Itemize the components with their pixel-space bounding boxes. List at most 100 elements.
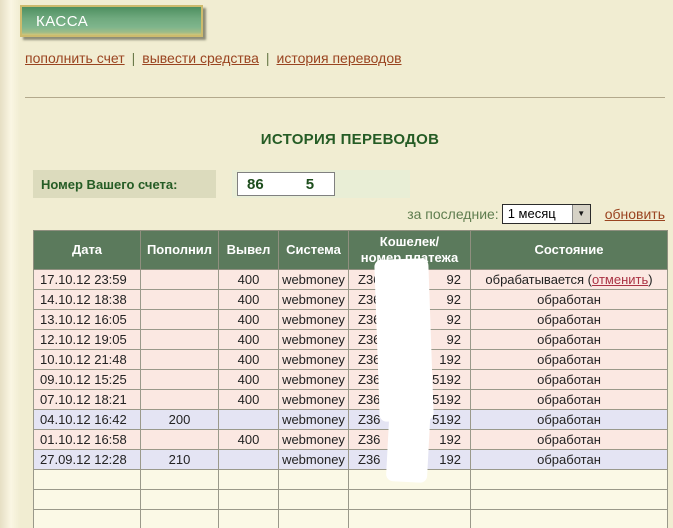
refresh-link[interactable]: обновить — [605, 206, 665, 222]
table-row: 09.10.12 15:25400webmoneyZ3665192обработ… — [34, 370, 668, 390]
empty-cell — [219, 490, 279, 510]
wallet-suffix: 5192 — [432, 412, 461, 427]
table-header: Дата Пополнил Вывел Система Кошелек/ ном… — [34, 231, 668, 270]
cell-status: обработан — [471, 450, 668, 470]
cashier-page: КАССА пополнить счет|вывести средства|ис… — [0, 0, 673, 528]
empty-row — [34, 490, 668, 510]
cell-system: webmoney — [279, 290, 349, 310]
empty-cell — [349, 490, 471, 510]
cell-withdrew: 400 — [219, 350, 279, 370]
cell-date: 13.10.12 16:05 — [34, 310, 141, 330]
cell-deposited — [141, 370, 219, 390]
nav-link-withdraw[interactable]: вывести средства — [142, 50, 259, 66]
empty-cell — [279, 510, 349, 528]
period-select[interactable]: 1 месяц ▼ — [502, 204, 591, 224]
account-value-suffix: 5 — [306, 176, 314, 193]
cell-date: 07.10.12 18:21 — [34, 390, 141, 410]
account-number-strip: 86 5 — [232, 170, 410, 198]
cell-deposited — [141, 390, 219, 410]
empty-cell — [141, 490, 219, 510]
cell-deposited — [141, 350, 219, 370]
cell-withdrew: 400 — [219, 430, 279, 450]
nav-separator: | — [132, 50, 136, 66]
cell-date: 27.09.12 12:28 — [34, 450, 141, 470]
cancel-link[interactable]: отменить — [592, 272, 648, 287]
cell-withdrew: 400 — [219, 310, 279, 330]
cell-system: webmoney — [279, 310, 349, 330]
nav-links: пополнить счет | вывести средства | история … — [25, 50, 402, 66]
empty-row — [34, 510, 668, 528]
transfer-history-table: Дата Пополнил Вывел Система Кошелек/ ном… — [33, 230, 668, 528]
cell-date: 09.10.12 15:25 — [34, 370, 141, 390]
empty-cell — [471, 510, 668, 528]
cell-system: webmoney — [279, 390, 349, 410]
cell-date: 12.10.12 19:05 — [34, 330, 141, 350]
table-row: 04.10.12 16:42200webmoneyZ365192обработа… — [34, 410, 668, 430]
cell-system: webmoney — [279, 270, 349, 290]
cell-system: webmoney — [279, 370, 349, 390]
wallet-suffix: 92 — [447, 332, 461, 347]
empty-cell — [219, 470, 279, 490]
empty-cell — [141, 470, 219, 490]
cell-withdrew — [219, 450, 279, 470]
cell-withdrew: 400 — [219, 290, 279, 310]
empty-row — [34, 470, 668, 490]
header-status: Состояние — [471, 231, 668, 270]
wallet-prefix: Z36 — [358, 452, 380, 467]
cell-deposited — [141, 290, 219, 310]
wallet-suffix: 92 — [447, 272, 461, 287]
empty-cell — [279, 470, 349, 490]
chevron-down-icon[interactable]: ▼ — [572, 205, 590, 223]
nav-link-topup[interactable]: пополнить счет — [25, 50, 125, 66]
empty-cell — [471, 470, 668, 490]
page-title: ИСТОРИЯ ПЕРЕВОДОВ — [33, 131, 667, 148]
header-system: Система — [279, 231, 349, 270]
table-row: 01.10.12 16:58 400webmoney Z36 192 обработан — [34, 430, 668, 450]
cell-withdrew: 400 — [219, 370, 279, 390]
cell-status: обработан — [471, 370, 668, 390]
empty-cell — [141, 510, 219, 528]
cell-withdrew: 400 — [219, 270, 279, 290]
cell-deposited — [141, 310, 219, 330]
empty-cell — [349, 510, 471, 528]
header-deposited: Пополнил — [141, 231, 219, 270]
cell-withdrew: 400 — [219, 330, 279, 350]
table-row: 27.09.12 12:28210webmoneyZ36192обработан — [34, 450, 668, 470]
wallet-suffix: 192 — [439, 432, 461, 447]
cell-withdrew — [219, 410, 279, 430]
cell-status: обработан — [471, 350, 668, 370]
history-table-body: 17.10.12 23:59400webmoneyZ3692обрабатыва… — [34, 270, 668, 528]
period-select-value: 1 месяц — [503, 205, 572, 223]
wallet-prefix: Z36 — [358, 432, 380, 447]
empty-cell — [34, 490, 141, 510]
cell-date: 04.10.12 16:42 — [34, 410, 141, 430]
cell-status: обработан — [471, 430, 668, 450]
cell-date: 01.10.12 16:58 — [34, 430, 141, 450]
nav-link-history[interactable]: история переводов — [277, 50, 402, 66]
table-row: 07.10.12 18:21400webmoneyZ3665192обработ… — [34, 390, 668, 410]
wallet-prefix: Z36 — [358, 412, 380, 427]
cell-status: обрабатывается (отменить) — [471, 270, 668, 290]
empty-cell — [471, 490, 668, 510]
cell-system: webmoney — [279, 350, 349, 370]
header-withdrew: Вывел — [219, 231, 279, 270]
empty-cell — [34, 470, 141, 490]
table-row: 13.10.12 16:05400webmoneyZ3692обработан — [34, 310, 668, 330]
cell-deposited: 200 — [141, 410, 219, 430]
nav-separator: | — [266, 50, 270, 66]
wallet-suffix: 92 — [447, 312, 461, 327]
cell-date: 17.10.12 23:59 — [34, 270, 141, 290]
account-number-label: Номер Вашего счета: — [33, 170, 216, 198]
account-number-input[interactable]: 86 5 — [237, 172, 335, 196]
cell-system: webmoney — [279, 430, 349, 450]
table-row: 10.10.12 21:48400webmoneyZ366192обработа… — [34, 350, 668, 370]
cell-deposited: 210 — [141, 450, 219, 470]
header-date: Дата — [34, 231, 141, 270]
wallet-suffix: 192 — [439, 352, 461, 367]
cell-deposited — [141, 430, 219, 450]
cell-withdrew: 400 — [219, 390, 279, 410]
cell-system: webmoney — [279, 330, 349, 350]
cell-date: 14.10.12 18:38 — [34, 290, 141, 310]
cell-system: webmoney — [279, 410, 349, 430]
left-margin-strip — [0, 0, 20, 528]
